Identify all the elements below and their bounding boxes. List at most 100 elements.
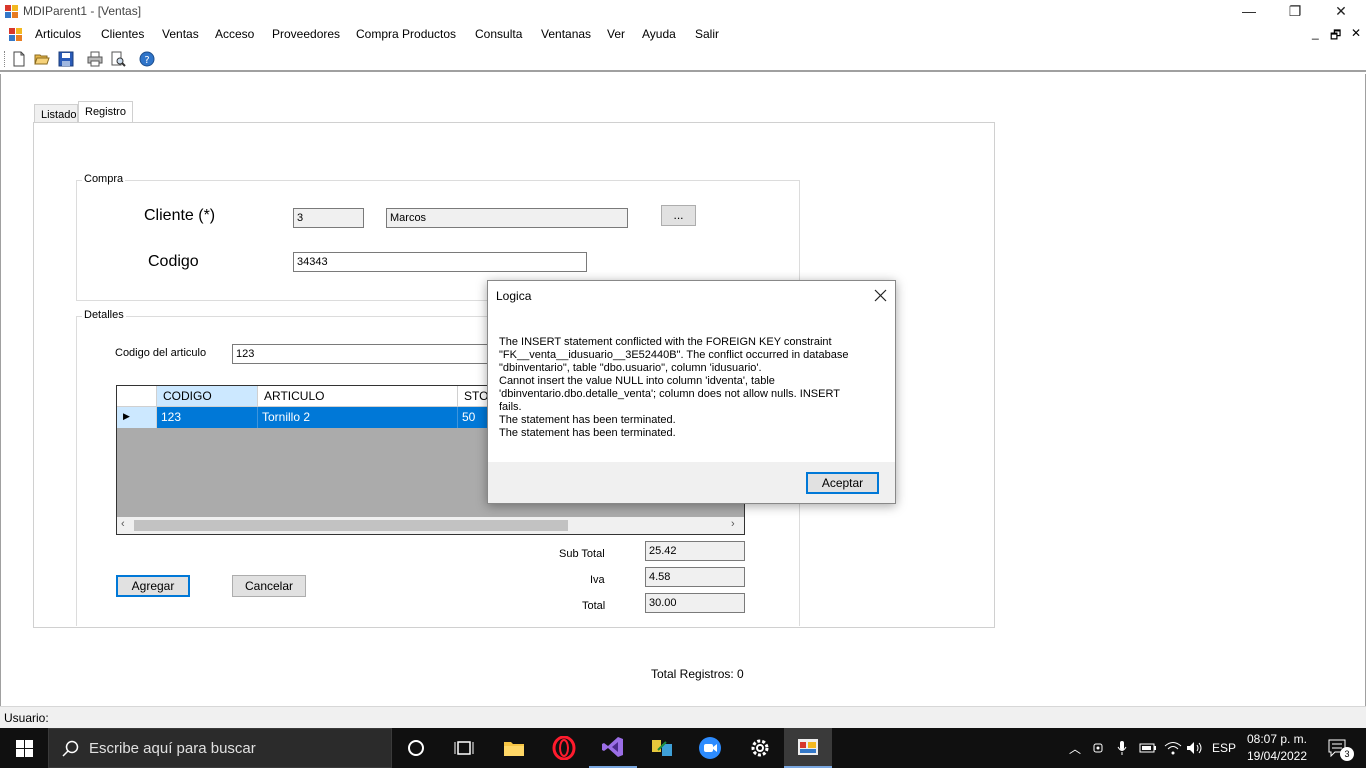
menu-consulta[interactable]: Consulta — [475, 27, 522, 41]
task-view-button[interactable] — [440, 728, 488, 768]
task-view-icon — [454, 741, 474, 755]
menu-acceso[interactable]: Acceso — [215, 27, 254, 41]
dialog-title: Logica — [496, 289, 532, 303]
app-icon — [5, 5, 18, 18]
cancelar-button[interactable]: Cancelar — [232, 575, 306, 597]
close-button[interactable]: ✕ — [1318, 0, 1364, 24]
aceptar-button[interactable]: Aceptar — [806, 472, 879, 494]
status-bar: Usuario: — [0, 706, 1366, 728]
menu-compra-productos[interactable]: Compra Productos — [356, 27, 456, 41]
subtotal-field[interactable]: 25.42 — [645, 541, 745, 561]
scroll-thumb[interactable] — [134, 520, 568, 531]
visual-studio-icon — [602, 737, 623, 757]
cliente-label: Cliente (*) — [144, 207, 216, 224]
tray-battery-icon[interactable] — [1138, 728, 1158, 768]
tray-wifi-icon[interactable] — [1163, 728, 1183, 768]
tab-listado-label: Listado — [41, 109, 77, 121]
tray-overflow-icon[interactable]: ︿ — [1066, 728, 1084, 768]
grid-horizontal-scrollbar[interactable]: ‹ › — [117, 517, 744, 534]
search-placeholder: Escribe aquí para buscar — [89, 740, 256, 757]
dialog-footer: Aceptar — [488, 462, 895, 503]
taskbar-zoom[interactable] — [686, 728, 734, 768]
agregar-button[interactable]: Agregar — [116, 575, 190, 597]
tray-volume-icon[interactable] — [1185, 728, 1205, 768]
grid-row-header[interactable]: ▶ — [117, 407, 157, 428]
mdi-close-button[interactable]: ✕ — [1351, 26, 1361, 40]
taskbar-explorer[interactable] — [490, 728, 538, 768]
codigo-label: Codigo — [148, 253, 199, 270]
toolbar-grip — [4, 51, 6, 67]
grid-header-codigo[interactable]: CODIGO — [157, 386, 258, 407]
menu-ventanas[interactable]: Ventanas — [541, 27, 591, 41]
browse-cliente-button[interactable]: ... — [661, 205, 696, 226]
taskbar-opera[interactable] — [540, 728, 588, 768]
notification-count-badge: 3 — [1340, 747, 1354, 761]
taskbar: Escribe aquí para buscar ︿ ESP 08:07 p. … — [0, 728, 1366, 768]
mdi-child-icon[interactable] — [9, 28, 22, 41]
total-field[interactable]: 30.00 — [645, 593, 745, 613]
cliente-nombre-field[interactable]: Marcos — [386, 208, 628, 228]
taskbar-visual-studio[interactable] — [589, 728, 637, 768]
menu-proveedores[interactable]: Proveedores — [272, 27, 340, 41]
print-icon[interactable] — [87, 51, 103, 67]
new-file-icon[interactable] — [11, 51, 27, 67]
diff-tool-icon — [652, 740, 672, 756]
cliente-id-field[interactable]: 3 — [293, 208, 364, 228]
taskbar-app-diff[interactable] — [638, 728, 686, 768]
help-icon[interactable]: ? — [139, 51, 155, 67]
tray-microphone-icon[interactable] — [1113, 728, 1131, 768]
iva-field[interactable]: 4.58 — [645, 567, 745, 587]
windows-icon — [15, 739, 33, 757]
menu-salir[interactable]: Salir — [695, 27, 719, 41]
grid-cell-articulo[interactable]: Tornillo 2 — [258, 407, 458, 428]
codigo-articulo-label: Codigo del articulo — [115, 347, 207, 359]
codigo-field[interactable]: 34343 — [293, 252, 587, 272]
tray-clock[interactable]: 08:07 p. m. 19/04/2022 — [1244, 731, 1310, 765]
iva-label: Iva — [590, 574, 605, 586]
scroll-right-icon[interactable]: › — [731, 518, 735, 530]
clock-time: 08:07 p. m. — [1246, 732, 1308, 746]
notification-center-button[interactable]: 3 — [1320, 728, 1356, 768]
tab-listado[interactable]: Listado — [34, 104, 78, 124]
dialog-message: The INSERT statement conflicted with the… — [499, 336, 849, 439]
taskbar-settings[interactable] — [736, 728, 784, 768]
settings-gear-icon — [751, 739, 769, 757]
menu-ventas[interactable]: Ventas — [162, 27, 199, 41]
start-button[interactable] — [0, 728, 48, 768]
mdi-minimize-button[interactable]: _ — [1312, 26, 1319, 40]
search-icon — [62, 740, 79, 757]
tab-registro[interactable]: Registro — [78, 101, 133, 123]
taskbar-search-box[interactable]: Escribe aquí para buscar — [48, 728, 392, 768]
cortana-button[interactable] — [392, 728, 440, 768]
dialog-close-icon[interactable] — [874, 289, 887, 302]
save-icon[interactable] — [58, 51, 74, 67]
scroll-left-icon[interactable]: ‹ — [121, 518, 125, 530]
menu-articulos[interactable]: Articulos — [35, 27, 81, 41]
grid-cell-codigo[interactable]: 123 — [157, 407, 258, 428]
minimize-button[interactable]: — — [1226, 0, 1272, 24]
detalles-group-label: Detalles — [82, 309, 126, 321]
window-title: MDIParent1 - [Ventas] — [23, 4, 142, 18]
print-preview-icon[interactable] — [110, 51, 126, 67]
toolbar — [0, 46, 1366, 72]
tray-language[interactable]: ESP — [1210, 728, 1238, 768]
grid-header-articulo[interactable]: ARTICULO — [258, 386, 458, 407]
usuario-label: Usuario: — [4, 711, 49, 725]
compra-group-label: Compra — [82, 173, 126, 185]
menu-ver[interactable]: Ver — [607, 27, 625, 41]
file-explorer-icon — [504, 742, 524, 756]
subtotal-label: Sub Total — [559, 548, 605, 560]
error-dialog: Logica The INSERT statement conflicted w… — [487, 280, 896, 504]
tray-meet-icon[interactable] — [1090, 728, 1108, 768]
restore-button[interactable]: ❐ — [1272, 0, 1318, 24]
grid-corner-header — [117, 386, 157, 407]
total-label: Total — [582, 600, 606, 612]
menu-ayuda[interactable]: Ayuda — [642, 27, 676, 41]
row-pointer-icon: ▶ — [123, 411, 130, 421]
mdi-restore-button[interactable]: 🗗 — [1330, 26, 1341, 47]
cortana-circle-icon — [408, 740, 424, 756]
taskbar-mdi-app[interactable] — [784, 728, 832, 768]
mdi-app-icon — [798, 739, 818, 755]
open-folder-icon[interactable] — [34, 51, 50, 67]
menu-clientes[interactable]: Clientes — [101, 27, 144, 41]
